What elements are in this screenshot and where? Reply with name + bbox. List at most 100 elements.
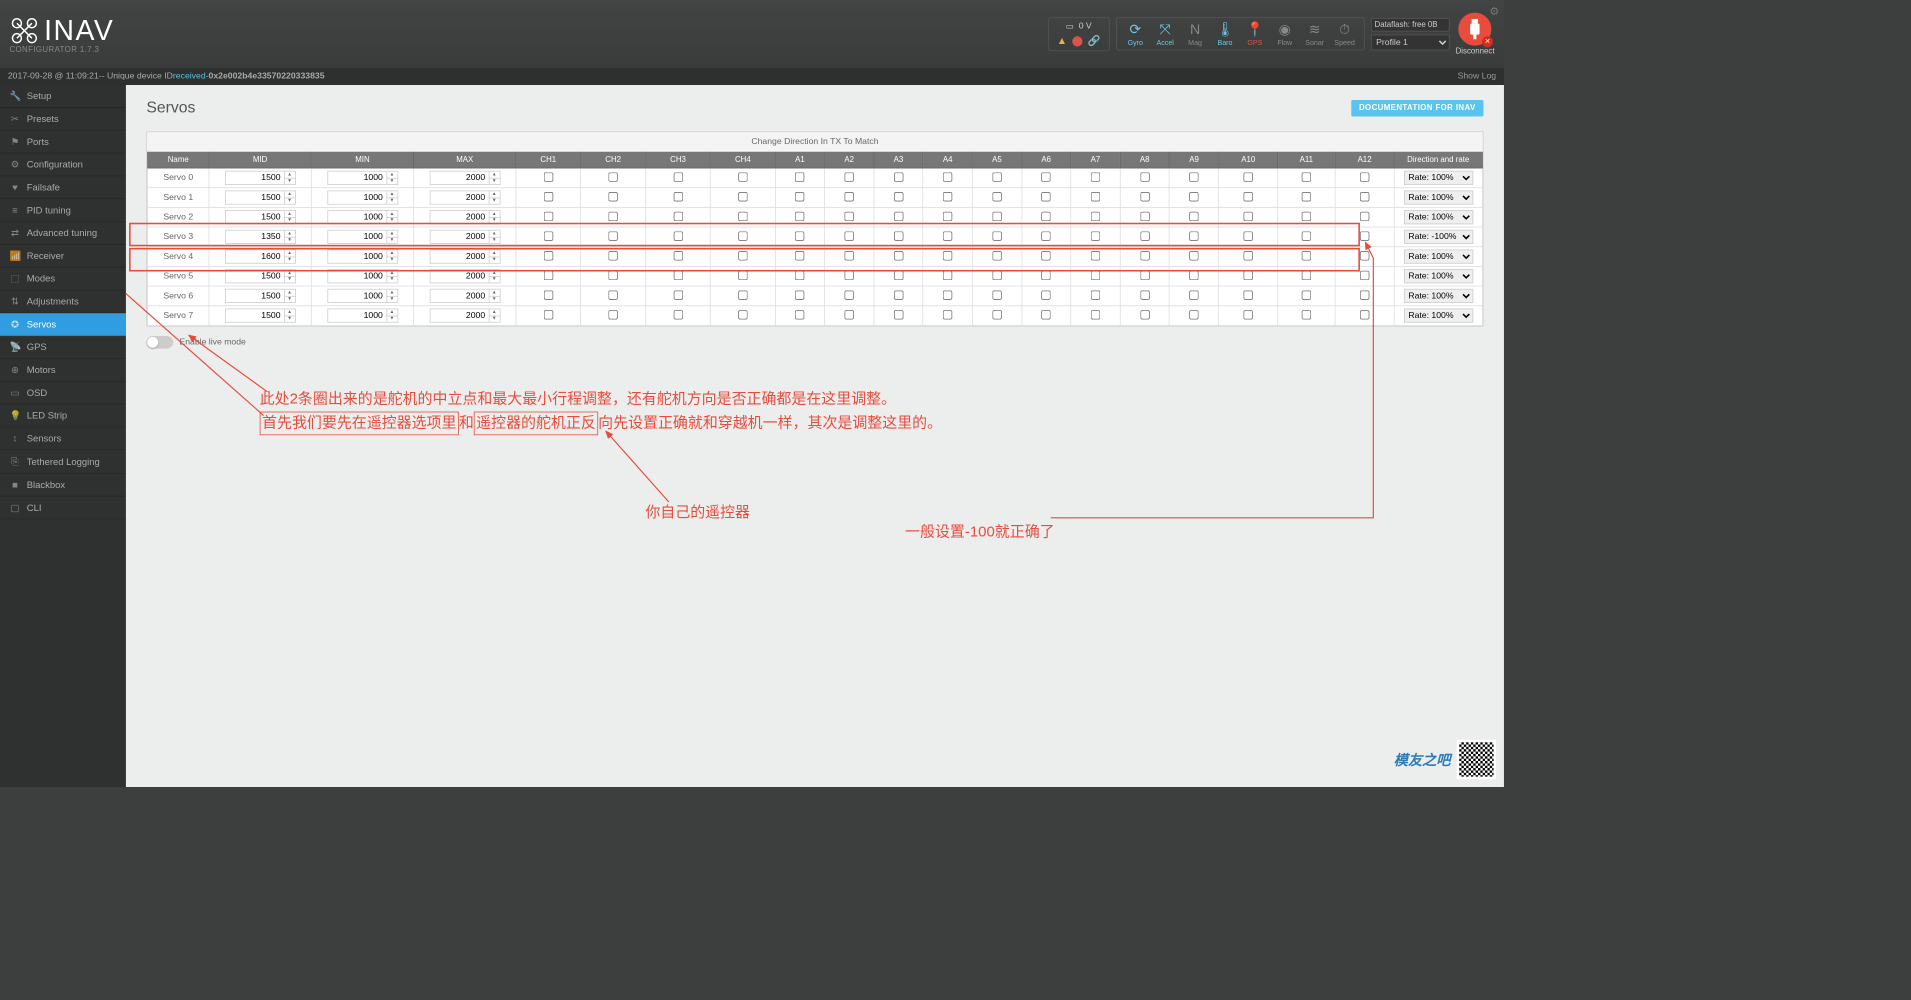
channel-checkbox[interactable] — [1042, 310, 1051, 319]
channel-checkbox[interactable] — [943, 211, 952, 220]
sidebar-item-presets[interactable]: ✂Presets — [0, 108, 126, 131]
channel-checkbox[interactable] — [738, 290, 747, 299]
live-mode-toggle[interactable] — [146, 336, 173, 349]
channel-checkbox[interactable] — [1140, 172, 1149, 181]
channel-checkbox[interactable] — [738, 192, 747, 201]
sidebar-item-gps[interactable]: 📡GPS — [0, 336, 126, 359]
channel-checkbox[interactable] — [894, 192, 903, 201]
channel-checkbox[interactable] — [894, 251, 903, 260]
sidebar-item-failsafe[interactable]: ♥Failsafe — [0, 176, 126, 199]
sidebar-item-tethered-logging[interactable]: ⎘Tethered Logging — [0, 450, 126, 474]
channel-checkbox[interactable] — [1302, 310, 1311, 319]
channel-checkbox[interactable] — [1140, 192, 1149, 201]
channel-checkbox[interactable] — [1042, 211, 1051, 220]
channel-checkbox[interactable] — [544, 251, 553, 260]
channel-checkbox[interactable] — [1302, 270, 1311, 279]
channel-checkbox[interactable] — [1091, 192, 1100, 201]
channel-checkbox[interactable] — [1360, 211, 1369, 220]
channel-checkbox[interactable] — [1140, 310, 1149, 319]
channel-checkbox[interactable] — [943, 192, 952, 201]
channel-checkbox[interactable] — [1091, 270, 1100, 279]
sidebar-item-osd[interactable]: ▭OSD — [0, 382, 126, 405]
channel-checkbox[interactable] — [795, 270, 804, 279]
rate-select[interactable]: Rate: 100% — [1404, 309, 1473, 323]
channel-checkbox[interactable] — [844, 172, 853, 181]
sidebar-item-cli[interactable]: ▢CLI — [0, 497, 126, 520]
channel-checkbox[interactable] — [673, 172, 682, 181]
channel-checkbox[interactable] — [894, 310, 903, 319]
channel-checkbox[interactable] — [1091, 290, 1100, 299]
sidebar-item-setup[interactable]: 🔧Setup — [0, 85, 126, 108]
channel-checkbox[interactable] — [1042, 192, 1051, 201]
channel-checkbox[interactable] — [894, 211, 903, 220]
channel-checkbox[interactable] — [673, 211, 682, 220]
channel-checkbox[interactable] — [608, 290, 617, 299]
channel-checkbox[interactable] — [1302, 231, 1311, 240]
channel-checkbox[interactable] — [844, 192, 853, 201]
channel-checkbox[interactable] — [1042, 251, 1051, 260]
channel-checkbox[interactable] — [608, 251, 617, 260]
channel-checkbox[interactable] — [992, 290, 1001, 299]
sidebar-item-motors[interactable]: ⊕Motors — [0, 359, 126, 382]
channel-checkbox[interactable] — [673, 270, 682, 279]
channel-checkbox[interactable] — [1189, 231, 1198, 240]
channel-checkbox[interactable] — [795, 310, 804, 319]
channel-checkbox[interactable] — [795, 172, 804, 181]
channel-checkbox[interactable] — [544, 310, 553, 319]
channel-checkbox[interactable] — [844, 251, 853, 260]
channel-checkbox[interactable] — [1042, 270, 1051, 279]
channel-checkbox[interactable] — [844, 310, 853, 319]
channel-checkbox[interactable] — [1189, 251, 1198, 260]
channel-checkbox[interactable] — [1302, 211, 1311, 220]
sidebar-item-sensors[interactable]: ↕Sensors — [0, 427, 126, 450]
channel-checkbox[interactable] — [943, 290, 952, 299]
channel-checkbox[interactable] — [673, 231, 682, 240]
sidebar-item-led-strip[interactable]: 💡LED Strip — [0, 405, 126, 428]
rate-select[interactable]: Rate: 100% — [1404, 171, 1473, 185]
channel-checkbox[interactable] — [795, 211, 804, 220]
channel-checkbox[interactable] — [1189, 290, 1198, 299]
channel-checkbox[interactable] — [544, 270, 553, 279]
rate-select[interactable]: Rate: 100% — [1404, 289, 1473, 303]
sidebar-item-pid-tuning[interactable]: ≡PID tuning — [0, 199, 126, 222]
channel-checkbox[interactable] — [1189, 192, 1198, 201]
channel-checkbox[interactable] — [943, 310, 952, 319]
channel-checkbox[interactable] — [844, 211, 853, 220]
channel-checkbox[interactable] — [608, 270, 617, 279]
channel-checkbox[interactable] — [1042, 290, 1051, 299]
channel-checkbox[interactable] — [608, 310, 617, 319]
channel-checkbox[interactable] — [673, 251, 682, 260]
show-log-button[interactable]: Show Log — [1458, 72, 1497, 81]
channel-checkbox[interactable] — [1302, 192, 1311, 201]
channel-checkbox[interactable] — [844, 231, 853, 240]
channel-checkbox[interactable] — [795, 290, 804, 299]
channel-checkbox[interactable] — [1091, 172, 1100, 181]
sidebar-item-blackbox[interactable]: ■Blackbox — [0, 474, 126, 497]
channel-checkbox[interactable] — [1140, 251, 1149, 260]
channel-checkbox[interactable] — [795, 192, 804, 201]
channel-checkbox[interactable] — [544, 211, 553, 220]
channel-checkbox[interactable] — [1189, 270, 1198, 279]
channel-checkbox[interactable] — [992, 270, 1001, 279]
channel-checkbox[interactable] — [943, 172, 952, 181]
channel-checkbox[interactable] — [992, 211, 1001, 220]
channel-checkbox[interactable] — [1360, 251, 1369, 260]
channel-checkbox[interactable] — [1243, 251, 1252, 260]
channel-checkbox[interactable] — [1360, 172, 1369, 181]
sidebar-item-configuration[interactable]: ⚙Configuration — [0, 153, 126, 176]
channel-checkbox[interactable] — [1243, 290, 1252, 299]
channel-checkbox[interactable] — [1302, 251, 1311, 260]
channel-checkbox[interactable] — [943, 251, 952, 260]
channel-checkbox[interactable] — [1140, 270, 1149, 279]
channel-checkbox[interactable] — [738, 251, 747, 260]
channel-checkbox[interactable] — [544, 172, 553, 181]
channel-checkbox[interactable] — [1243, 310, 1252, 319]
channel-checkbox[interactable] — [1243, 192, 1252, 201]
channel-checkbox[interactable] — [738, 270, 747, 279]
channel-checkbox[interactable] — [1360, 290, 1369, 299]
channel-checkbox[interactable] — [1302, 172, 1311, 181]
sidebar-item-receiver[interactable]: 📶Receiver — [0, 245, 126, 268]
sidebar-item-modes[interactable]: ⬚Modes — [0, 268, 126, 291]
channel-checkbox[interactable] — [1243, 172, 1252, 181]
channel-checkbox[interactable] — [1091, 310, 1100, 319]
